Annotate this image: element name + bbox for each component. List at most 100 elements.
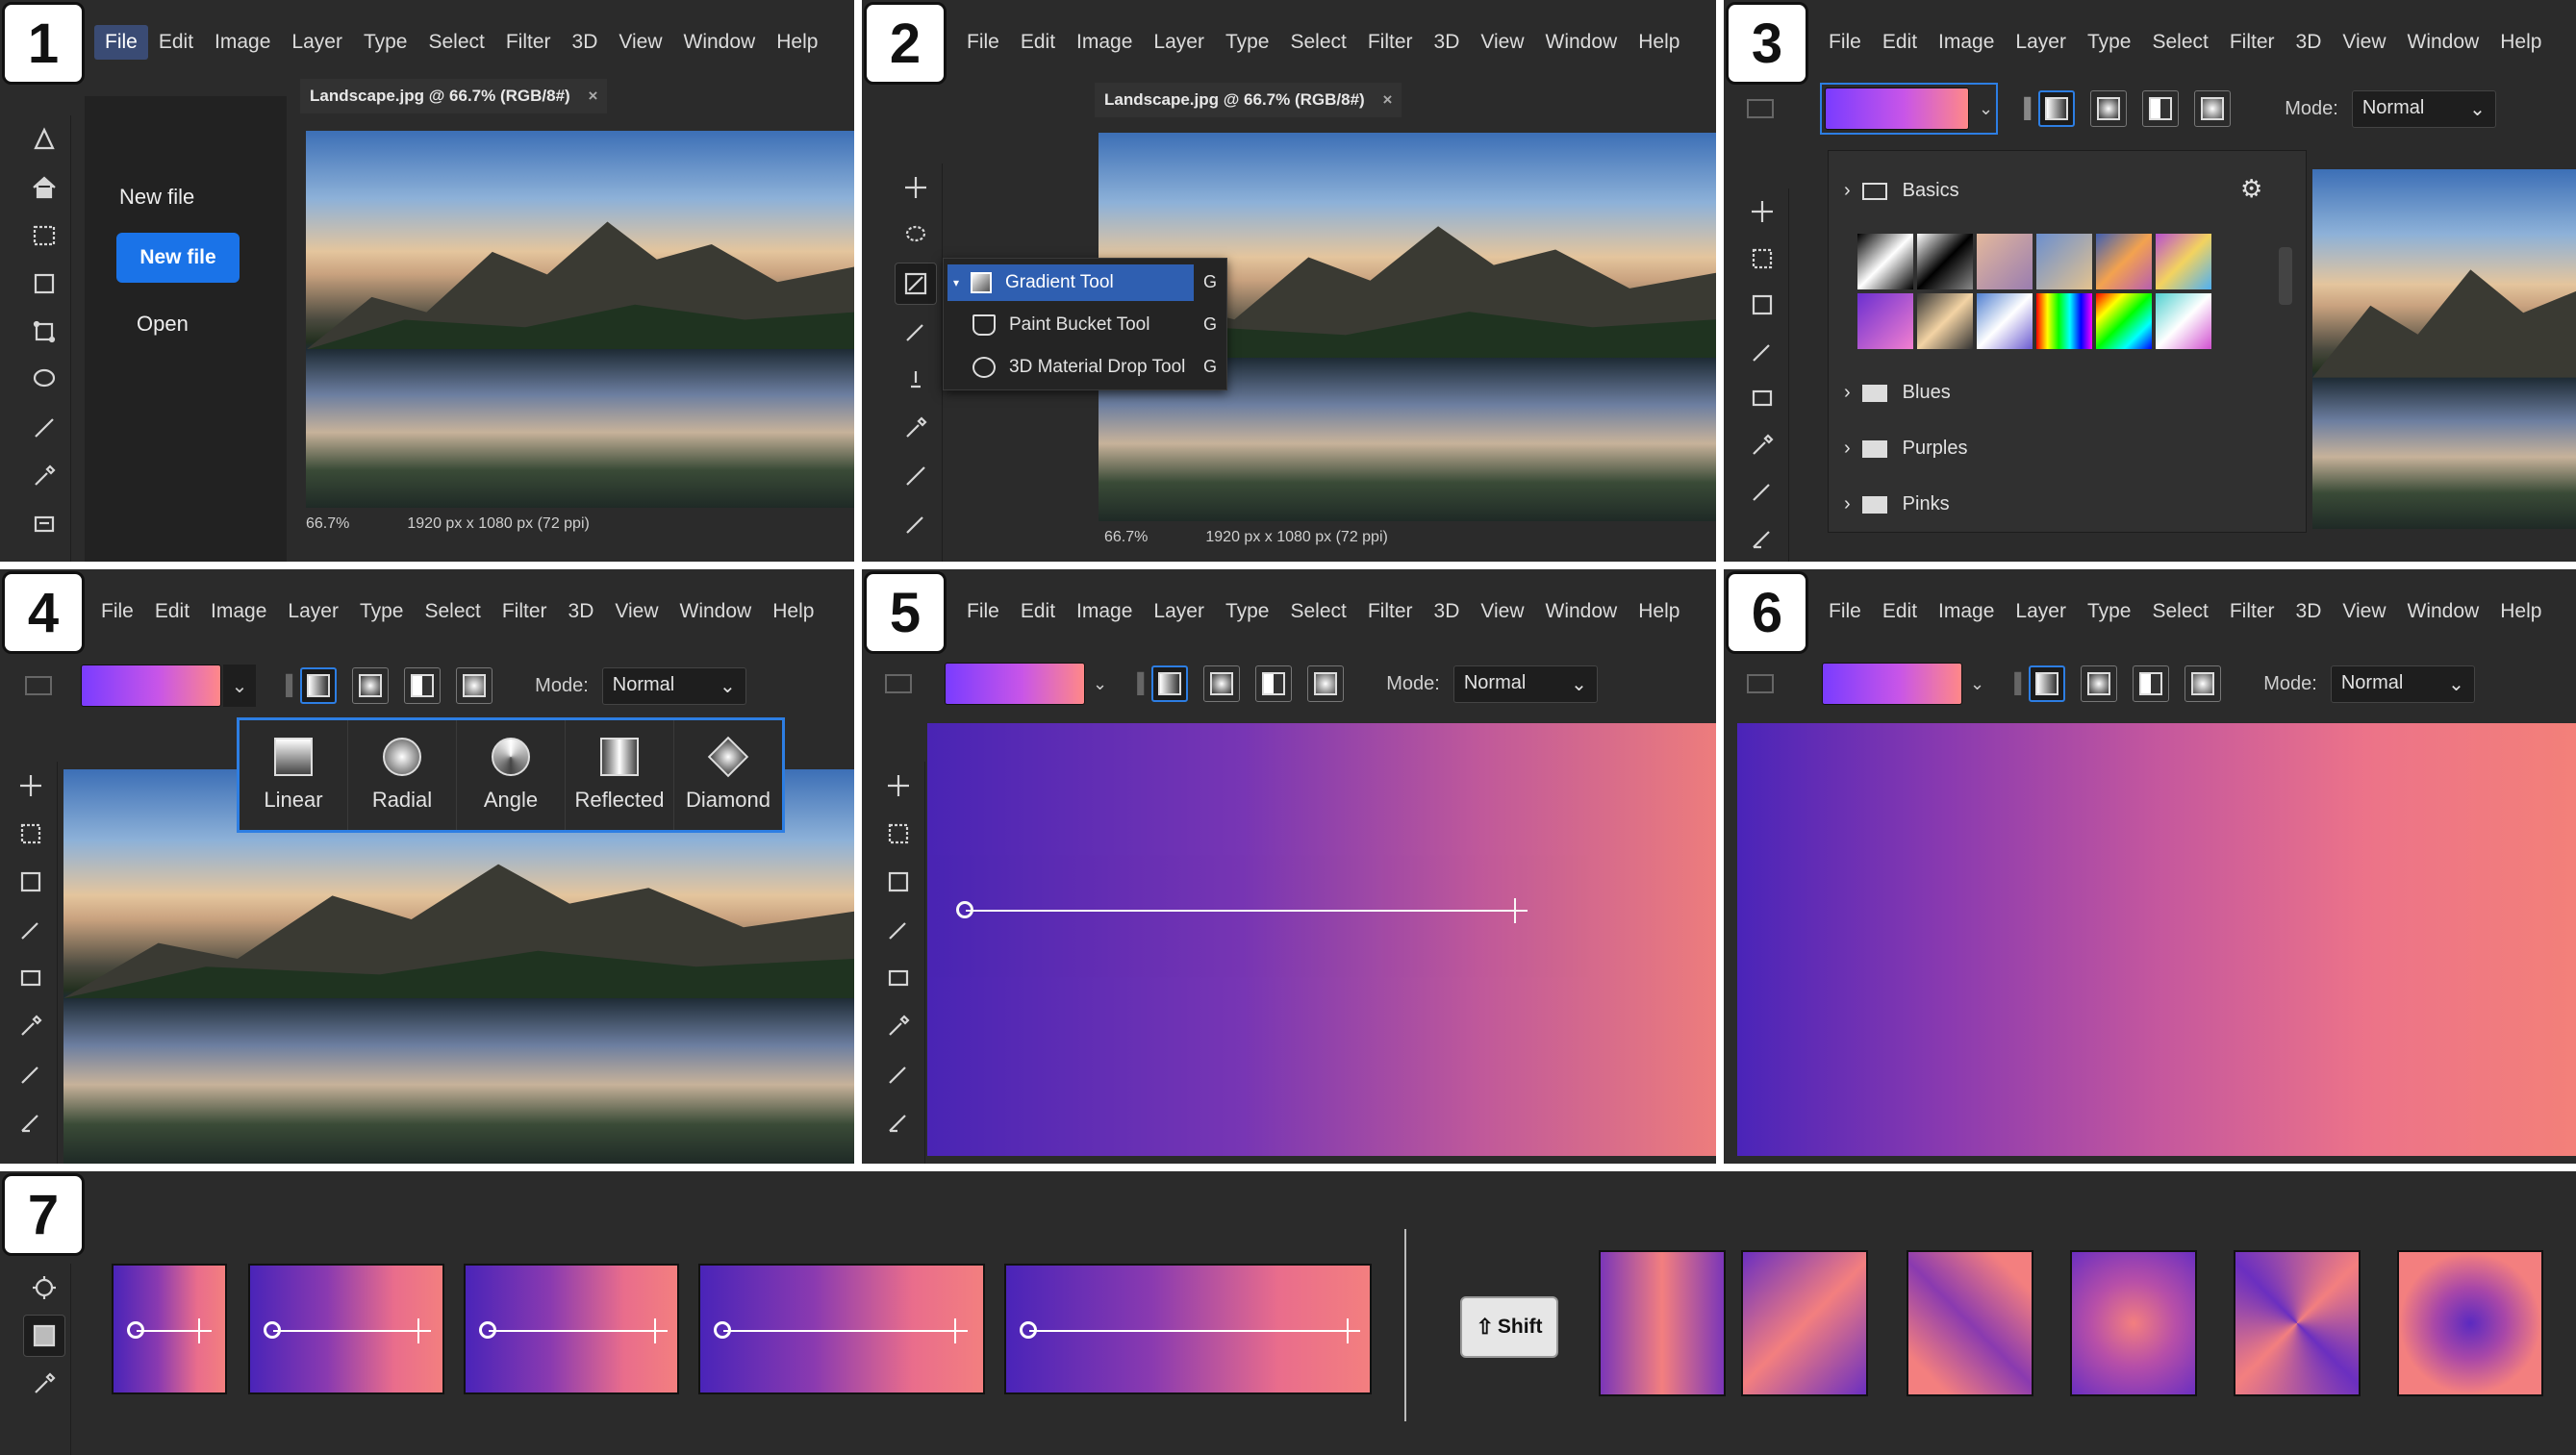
angle-gradient-button[interactable] — [1255, 665, 1293, 702]
eyedropper-tool[interactable] — [23, 455, 65, 497]
reverse-icon[interactable]: ▐ — [1130, 673, 1144, 695]
stamp-tool[interactable] — [895, 359, 937, 401]
gradient-swatch[interactable] — [2156, 293, 2211, 349]
menu-select[interactable]: Select — [2141, 25, 2218, 60]
eyedropper-tool[interactable] — [23, 1363, 65, 1405]
chevron-down-icon[interactable]: ⌄ — [1970, 674, 1984, 694]
reverse-icon[interactable]: ▐ — [2008, 673, 2021, 695]
gradient-swatch[interactable] — [2036, 293, 2092, 349]
close-icon[interactable]: × — [588, 87, 597, 105]
menu-image[interactable]: Image — [200, 594, 277, 629]
gradient-type-linear[interactable]: Linear — [240, 720, 348, 830]
menu-select[interactable]: Select — [414, 594, 491, 629]
menu-edit[interactable]: Edit — [1010, 594, 1066, 629]
menu-edit[interactable]: Edit — [1872, 25, 1928, 60]
menu-window[interactable]: Window — [673, 25, 767, 60]
gradient-type-radial[interactable]: Radial — [348, 720, 457, 830]
brush-tool[interactable] — [1741, 332, 1783, 373]
gradient-preview[interactable] — [945, 663, 1085, 705]
gradient-swatch[interactable] — [1977, 293, 2033, 349]
stamp-tool[interactable] — [10, 957, 52, 999]
stamp-tool[interactable] — [23, 503, 65, 545]
transform-tool[interactable] — [23, 1267, 65, 1309]
menu-view[interactable]: View — [2332, 594, 2396, 629]
mode-select[interactable]: Normal ⌄ — [2330, 665, 2475, 703]
menu-3d[interactable]: 3D — [2286, 594, 2333, 629]
menu-image[interactable]: Image — [1928, 594, 2005, 629]
gradient-swatch[interactable] — [1917, 293, 1973, 349]
gradient-start-point[interactable] — [956, 901, 973, 918]
flyout-item-gradient-tool[interactable]: ▾ Gradient Tool — [947, 264, 1194, 301]
home-tool[interactable] — [23, 166, 65, 209]
diamond-gradient-button[interactable] — [2185, 665, 2222, 702]
mode-select[interactable]: Normal ⌄ — [2351, 89, 2496, 128]
menu-select[interactable]: Select — [1279, 594, 1356, 629]
scrollbar[interactable] — [2279, 247, 2292, 305]
reverse-icon[interactable]: ▐ — [279, 675, 292, 697]
menu-3d[interactable]: 3D — [1424, 25, 1471, 60]
move-tool[interactable] — [1741, 191, 1783, 233]
menu-filter[interactable]: Filter — [1357, 594, 1424, 629]
lasso-tool[interactable] — [895, 214, 937, 257]
lasso-tool[interactable] — [23, 359, 65, 401]
tool-preset-icon[interactable] — [25, 676, 52, 695]
menu-file[interactable]: File — [1818, 25, 1872, 60]
menu-help[interactable]: Help — [766, 25, 828, 60]
eyedropper-tool[interactable] — [10, 1005, 52, 1047]
angle-gradient-button[interactable] — [2142, 90, 2180, 127]
menu-image[interactable]: Image — [204, 25, 281, 60]
menu-3d[interactable]: 3D — [1424, 594, 1471, 629]
gradient-swatch[interactable] — [2156, 234, 2211, 289]
new-file-label[interactable]: New file — [119, 185, 194, 210]
reverse-icon[interactable]: ▐ — [2017, 98, 2031, 120]
crop-tool[interactable] — [1741, 285, 1783, 326]
angle-gradient-button[interactable] — [404, 667, 442, 704]
eyedropper-tool[interactable] — [877, 1005, 920, 1047]
radial-gradient-button[interactable] — [1203, 665, 1241, 702]
brush-tool[interactable] — [877, 909, 920, 951]
linear-gradient-button[interactable] — [300, 667, 338, 704]
document-tab[interactable]: Landscape.jpg @ 66.7% (RGB/8#) × — [300, 79, 608, 113]
menu-window[interactable]: Window — [1535, 594, 1629, 629]
menu-layer[interactable]: Layer — [2005, 25, 2077, 60]
menu-file[interactable]: File — [1818, 594, 1872, 629]
pen-tool[interactable] — [1741, 471, 1783, 513]
menu-layer[interactable]: Layer — [2005, 594, 2077, 629]
menu-3d[interactable]: 3D — [2286, 25, 2333, 60]
linear-gradient-button[interactable] — [1151, 665, 1189, 702]
stamp-tool[interactable] — [877, 957, 920, 999]
menu-help[interactable]: Help — [762, 594, 824, 629]
stamp-tool[interactable] — [1741, 378, 1783, 419]
menu-view[interactable]: View — [1470, 594, 1534, 629]
open-label[interactable]: Open — [137, 312, 189, 337]
menu-help[interactable]: Help — [1628, 25, 1690, 60]
canvas-gradient-preview[interactable] — [927, 723, 1716, 1156]
tool-preset-icon[interactable] — [1747, 99, 1774, 118]
menu-file[interactable]: File — [94, 25, 148, 60]
menu-layer[interactable]: Layer — [277, 594, 349, 629]
folder-blues[interactable]: › Blues — [1844, 382, 1951, 404]
eyedropper-tool[interactable] — [895, 407, 937, 449]
canvas-gradient-result[interactable] — [1737, 723, 2576, 1156]
eyedropper-tool[interactable] — [1741, 425, 1783, 466]
marquee-tool[interactable] — [877, 813, 920, 855]
path-tool[interactable] — [23, 118, 65, 161]
menu-view[interactable]: View — [608, 25, 672, 60]
pencil-tool[interactable] — [895, 503, 937, 545]
menu-help[interactable]: Help — [2489, 594, 2552, 629]
transform-tool[interactable] — [23, 311, 65, 353]
document-tab[interactable]: Landscape.jpg @ 66.7% (RGB/8#) × — [1095, 83, 1402, 117]
linear-gradient-button[interactable] — [2038, 90, 2076, 127]
linear-gradient-button[interactable] — [2029, 665, 2066, 702]
gradient-preview[interactable] — [1822, 663, 1962, 705]
menu-window[interactable]: Window — [2397, 594, 2490, 629]
gradient-type-angle[interactable]: Angle — [457, 720, 566, 830]
menu-type[interactable]: Type — [353, 25, 418, 60]
menu-window[interactable]: Window — [2397, 25, 2490, 60]
menu-edit[interactable]: Edit — [148, 25, 204, 60]
crop-tool[interactable] — [877, 861, 920, 903]
pencil-tool[interactable] — [877, 1101, 920, 1143]
pencil-tool[interactable] — [1741, 518, 1783, 560]
tool-preset-icon[interactable] — [1747, 674, 1774, 693]
menu-edit[interactable]: Edit — [1010, 25, 1066, 60]
